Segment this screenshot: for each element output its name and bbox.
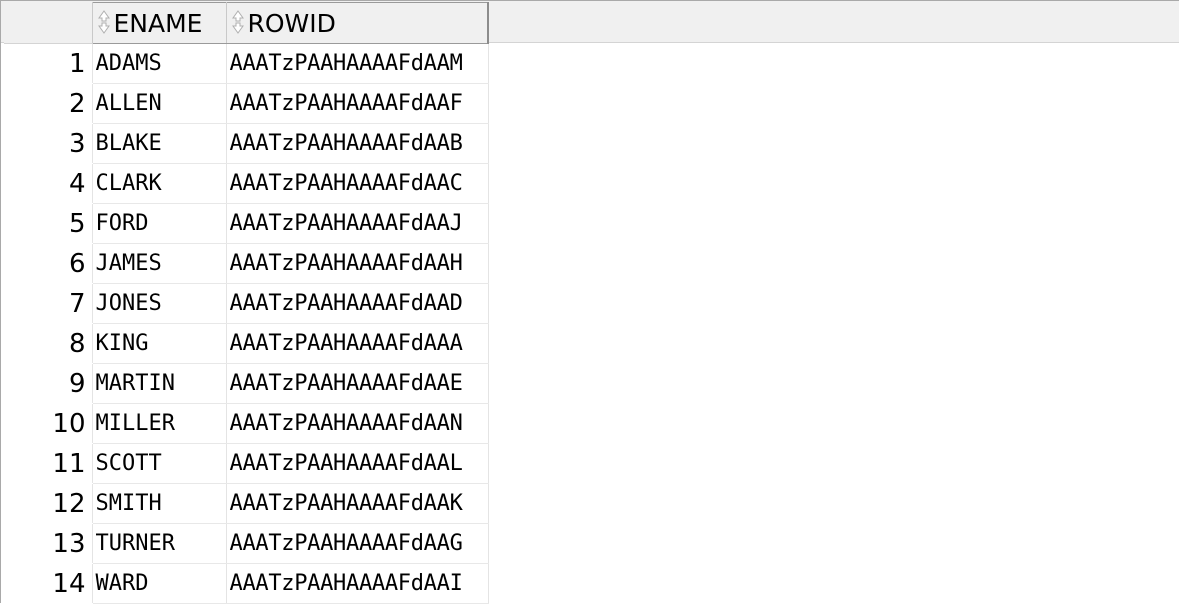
row-number[interactable]: 7	[4, 283, 92, 324]
row-number[interactable]: 9	[4, 363, 92, 404]
cell-rowid[interactable]: AAATzPAAHAAAAFdAAB	[225, 123, 489, 164]
query-results-grid: ENAME ROWID 1 ADAMS AAATzPAAHAAAAFdAAM 2 ALL…	[4, 2, 489, 604]
table-row[interactable]: 6 JAMES AAATzPAAHAAAAFdAAH	[4, 243, 489, 284]
cell-rowid[interactable]: AAATzPAAHAAAAFdAAK	[225, 483, 489, 524]
grid-body: 1 ADAMS AAATzPAAHAAAAFdAAM 2 ALLEN AAATzPAAHA…	[4, 43, 489, 604]
table-row[interactable]: 4 CLARK AAATzPAAHAAAAFdAAC	[4, 163, 489, 204]
cell-ename[interactable]: WARD	[91, 563, 226, 604]
cell-rowid[interactable]: AAATzPAAHAAAAFdAAA	[225, 323, 489, 364]
cell-ename[interactable]: MARTIN	[91, 363, 226, 404]
cell-rowid[interactable]: AAATzPAAHAAAAFdAAF	[225, 83, 489, 124]
cell-ename[interactable]: ALLEN	[91, 83, 226, 124]
cell-rowid[interactable]: AAATzPAAHAAAAFdAAE	[225, 363, 489, 404]
header-row: ENAME ROWID	[4, 2, 489, 44]
table-row[interactable]: 3 BLAKE AAATzPAAHAAAAFdAAB	[4, 123, 489, 164]
cell-ename[interactable]: SCOTT	[91, 443, 226, 484]
row-number[interactable]: 13	[4, 523, 92, 564]
column-label-rowid: ROWID	[247, 8, 336, 38]
cell-rowid[interactable]: AAATzPAAHAAAAFdAAG	[225, 523, 489, 564]
cell-rowid[interactable]: AAATzPAAHAAAAFdAAJ	[225, 203, 489, 244]
row-number[interactable]: 3	[4, 123, 92, 164]
cell-ename[interactable]: MILLER	[91, 403, 226, 444]
cell-ename[interactable]: SMITH	[91, 483, 226, 524]
cell-rowid[interactable]: AAATzPAAHAAAAFdAAI	[225, 563, 489, 604]
row-number[interactable]: 5	[4, 203, 92, 244]
row-number[interactable]: 1	[4, 43, 92, 84]
table-row[interactable]: 7 JONES AAATzPAAHAAAAFdAAD	[4, 283, 489, 324]
row-number[interactable]: 11	[4, 443, 92, 484]
sort-icon[interactable]	[231, 9, 245, 35]
cell-ename[interactable]: JONES	[91, 283, 226, 324]
row-number[interactable]: 14	[4, 563, 92, 604]
column-header-ename[interactable]: ENAME	[91, 2, 227, 44]
row-number-header	[4, 2, 93, 44]
row-number[interactable]: 10	[4, 403, 92, 444]
table-row[interactable]: 11 SCOTT AAATzPAAHAAAAFdAAL	[4, 443, 489, 484]
column-header-rowid[interactable]: ROWID	[225, 2, 489, 44]
table-row[interactable]: 12 SMITH AAATzPAAHAAAAFdAAK	[4, 483, 489, 524]
cell-ename[interactable]: FORD	[91, 203, 226, 244]
cell-ename[interactable]: KING	[91, 323, 226, 364]
table-row[interactable]: 8 KING AAATzPAAHAAAAFdAAA	[4, 323, 489, 364]
table-row[interactable]: 5 FORD AAATzPAAHAAAAFdAAJ	[4, 203, 489, 244]
row-number[interactable]: 4	[4, 163, 92, 204]
cell-rowid[interactable]: AAATzPAAHAAAAFdAAH	[225, 243, 489, 284]
table-row[interactable]: 13 TURNER AAATzPAAHAAAAFdAAG	[4, 523, 489, 564]
cell-rowid[interactable]: AAATzPAAHAAAAFdAAC	[225, 163, 489, 204]
cell-ename[interactable]: TURNER	[91, 523, 226, 564]
row-number[interactable]: 2	[4, 83, 92, 124]
column-label-ename: ENAME	[113, 8, 203, 38]
cell-ename[interactable]: BLAKE	[91, 123, 226, 164]
row-number[interactable]: 12	[4, 483, 92, 524]
table-row[interactable]: 10 MILLER AAATzPAAHAAAAFdAAN	[4, 403, 489, 444]
cell-rowid[interactable]: AAATzPAAHAAAAFdAAN	[225, 403, 489, 444]
cell-ename[interactable]: JAMES	[91, 243, 226, 284]
row-number[interactable]: 6	[4, 243, 92, 284]
table-row[interactable]: 2 ALLEN AAATzPAAHAAAAFdAAF	[4, 83, 489, 124]
cell-rowid[interactable]: AAATzPAAHAAAAFdAAM	[225, 43, 489, 84]
table-row[interactable]: 9 MARTIN AAATzPAAHAAAAFdAAE	[4, 363, 489, 404]
sort-icon[interactable]	[97, 9, 111, 35]
table-row[interactable]: 14 WARD AAATzPAAHAAAAFdAAI	[4, 563, 489, 604]
cell-ename[interactable]: ADAMS	[91, 43, 226, 84]
table-row[interactable]: 1 ADAMS AAATzPAAHAAAAFdAAM	[4, 43, 489, 84]
cell-rowid[interactable]: AAATzPAAHAAAAFdAAD	[225, 283, 489, 324]
row-number[interactable]: 8	[4, 323, 92, 364]
cell-ename[interactable]: CLARK	[91, 163, 226, 204]
cell-rowid[interactable]: AAATzPAAHAAAAFdAAL	[225, 443, 489, 484]
